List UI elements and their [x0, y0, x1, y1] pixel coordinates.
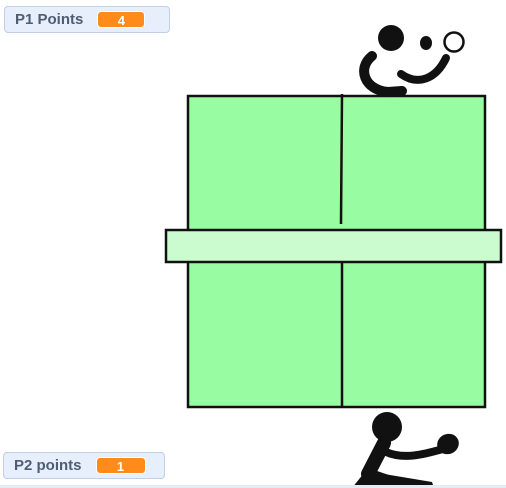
- p1-points-label: P1 Points: [15, 11, 84, 28]
- ping-pong-ball-icon: [443, 31, 465, 53]
- p1-points-value: 4: [97, 11, 146, 28]
- player2-sprite[interactable]: [352, 412, 462, 488]
- ping-pong-player-icon: [352, 412, 459, 488]
- p2-points-label: P2 points: [14, 457, 82, 474]
- ping-pong-net: [164, 228, 503, 264]
- ball-sprite[interactable]: [443, 31, 465, 53]
- p1-points-monitor[interactable]: P1 Points 4: [4, 6, 170, 33]
- game-stage[interactable]: P1 Points 4 P2 points 1: [0, 0, 506, 488]
- scene-svg: [164, 25, 503, 488]
- p2-points-value: 1: [95, 457, 146, 474]
- ping-pong-player-icon: [359, 25, 450, 98]
- p2-points-monitor[interactable]: P2 points 1: [3, 452, 165, 479]
- table-center-line-top: [339, 93, 344, 225]
- player1-sprite[interactable]: [359, 25, 450, 98]
